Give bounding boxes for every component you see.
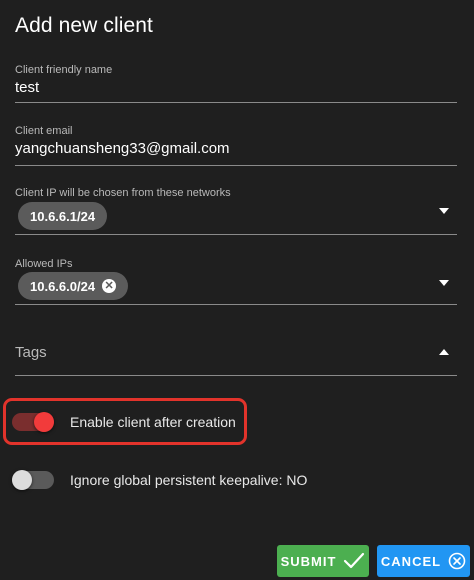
ignore-keepalive-toggle-row[interactable]: Ignore global persistent keepalive: NO — [8, 470, 307, 490]
submit-button[interactable]: SUBMIT — [277, 545, 369, 577]
toggle-thumb — [12, 470, 32, 490]
enable-client-label: Enable client after creation — [70, 414, 236, 430]
tags-underline — [15, 375, 457, 376]
ignore-keepalive-toggle[interactable] — [12, 470, 56, 490]
check-icon — [343, 552, 365, 570]
allowed-ips-label: Allowed IPs — [15, 258, 73, 270]
allowed-ips-underline — [15, 304, 457, 305]
toggle-thumb — [34, 412, 54, 432]
close-icon[interactable]: ✕ — [102, 279, 117, 293]
submit-label: SUBMIT — [280, 553, 337, 569]
client-email-underline — [15, 165, 457, 166]
client-name-label: Client friendly name — [15, 64, 113, 76]
networks-select[interactable]: Client IP will be chosen from these netw… — [15, 187, 457, 237]
network-chip-label: 10.6.6.1/24 — [30, 208, 96, 224]
ignore-keepalive-label: Ignore global persistent keepalive: NO — [70, 472, 308, 488]
chevron-down-icon[interactable] — [439, 280, 449, 286]
cancel-button[interactable]: CANCEL — [377, 545, 470, 577]
tags-select[interactable]: Tags — [15, 344, 457, 378]
chevron-down-icon[interactable] — [439, 208, 449, 214]
client-email-field[interactable]: Client email yangchuansheng33@gmail.com — [15, 125, 457, 167]
client-name-field[interactable]: Client friendly name test — [15, 64, 457, 104]
networks-label: Client IP will be chosen from these netw… — [15, 187, 231, 199]
allowed-ip-chip-label: 10.6.6.0/24 — [30, 278, 96, 294]
chevron-up-icon[interactable] — [439, 349, 449, 355]
allowed-ip-chip[interactable]: 10.6.6.0/24 ✕ — [18, 272, 129, 300]
enable-client-toggle-row[interactable]: Enable client after creation — [8, 412, 236, 432]
close-circle-icon — [448, 552, 466, 570]
cancel-label: CANCEL — [380, 553, 442, 569]
client-name-input[interactable]: test — [15, 79, 457, 96]
client-name-underline — [15, 102, 457, 103]
enable-client-toggle[interactable] — [12, 412, 56, 432]
allowed-ips-select[interactable]: Allowed IPs 10.6.6.0/24 ✕ — [15, 258, 457, 306]
networks-underline — [15, 234, 457, 235]
dialog-title: Add new client — [15, 14, 153, 37]
client-email-label: Client email — [15, 125, 73, 137]
network-chip[interactable]: 10.6.6.1/24 — [18, 202, 108, 230]
tags-label: Tags — [15, 344, 47, 361]
client-email-input[interactable]: yangchuansheng33@gmail.com — [15, 140, 457, 157]
